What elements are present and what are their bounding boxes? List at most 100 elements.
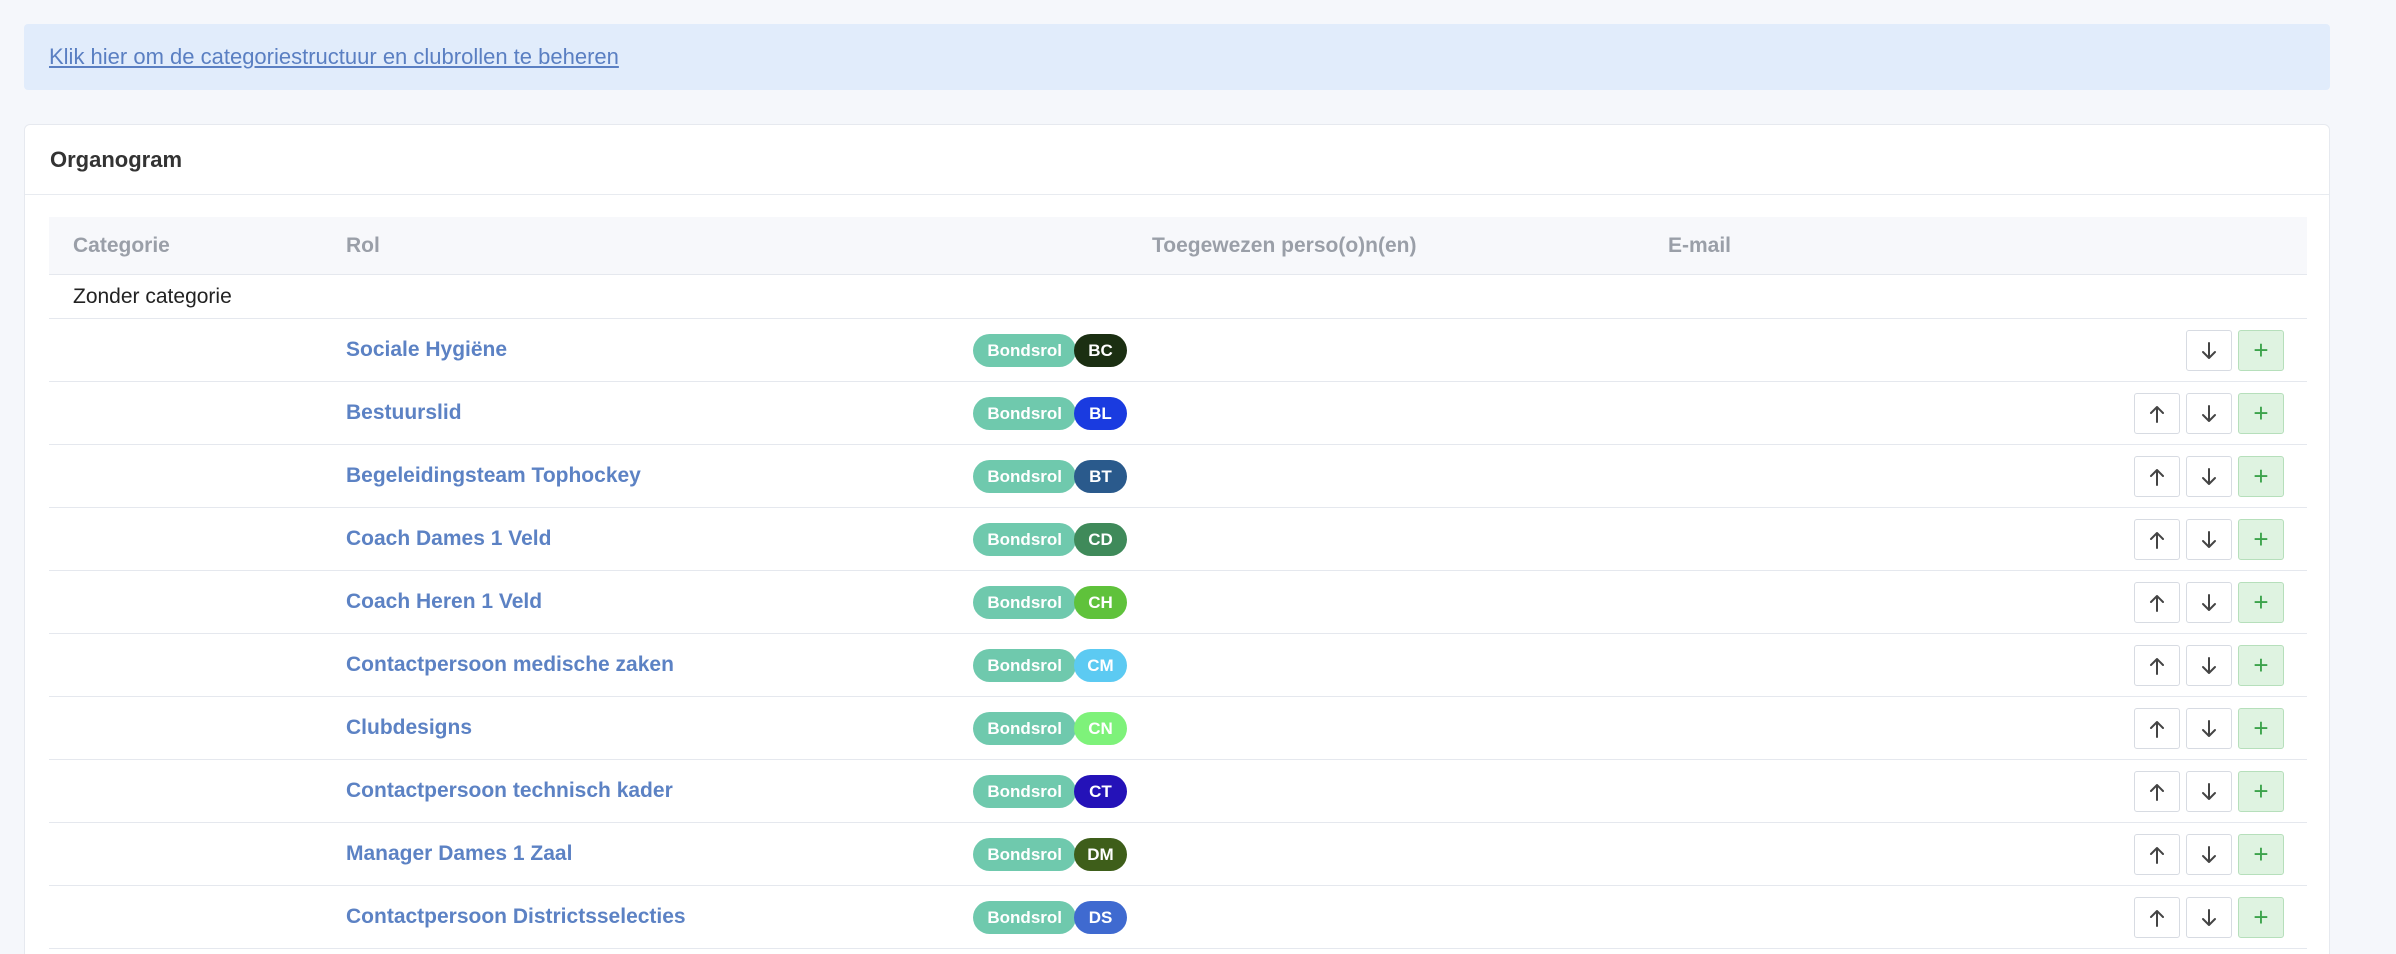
move-up-button[interactable] <box>2134 519 2180 560</box>
table-row: Contactpersoon technisch kader Bondsrol CT… <box>49 760 2307 823</box>
role-abbr-badge: CH <box>1074 586 1127 619</box>
move-down-button[interactable] <box>2186 771 2232 812</box>
manage-structure-link[interactable]: Klik hier om de categoriestructuur en cl… <box>49 44 619 70</box>
arrow-down-icon <box>2200 656 2218 676</box>
plus-icon: + <box>2253 713 2269 743</box>
move-up-button[interactable] <box>2134 393 2180 434</box>
role-type-badge: Bondsrol <box>973 838 1076 871</box>
move-down-button[interactable] <box>2186 897 2232 938</box>
row-actions: + <box>2186 330 2284 371</box>
add-person-button[interactable]: + <box>2238 519 2284 560</box>
move-down-button[interactable] <box>2186 456 2232 497</box>
role-badges: Bondsrol CM <box>973 649 1127 682</box>
arrow-down-icon <box>2200 467 2218 487</box>
move-down-button[interactable] <box>2186 582 2232 623</box>
arrow-down-icon <box>2200 341 2218 361</box>
header-role: Rol <box>346 234 380 257</box>
role-name-link[interactable]: Contactpersoon technisch kader <box>346 760 673 822</box>
move-down-button[interactable] <box>2186 834 2232 875</box>
move-down-button[interactable] <box>2186 519 2232 560</box>
plus-icon: + <box>2253 650 2269 680</box>
role-badges: Bondsrol CH <box>973 586 1127 619</box>
role-type-badge: Bondsrol <box>973 397 1076 430</box>
add-person-button[interactable]: + <box>2238 393 2284 434</box>
card-header: Organogram <box>25 125 2329 195</box>
category-label: Zonder categorie <box>73 285 232 308</box>
organogram-table: Categorie Rol Toegewezen perso(o)n(en) E… <box>49 217 2307 949</box>
move-up-button[interactable] <box>2134 897 2180 938</box>
role-type-badge: Bondsrol <box>973 334 1076 367</box>
add-person-button[interactable]: + <box>2238 582 2284 623</box>
role-name-link[interactable]: Contactpersoon Districtsselecties <box>346 886 686 948</box>
arrow-up-icon <box>2148 908 2166 928</box>
role-abbr-badge: CD <box>1074 523 1127 556</box>
role-name-link[interactable]: Coach Dames 1 Veld <box>346 508 551 570</box>
arrow-up-icon <box>2148 467 2166 487</box>
role-abbr-badge: CT <box>1074 775 1127 808</box>
role-type-badge: Bondsrol <box>973 523 1076 556</box>
role-badges: Bondsrol DS <box>973 901 1127 934</box>
arrow-down-icon <box>2200 908 2218 928</box>
role-badges: Bondsrol CN <box>973 712 1127 745</box>
table-row: Begeleidingsteam Tophockey Bondsrol BT + <box>49 445 2307 508</box>
add-person-button[interactable]: + <box>2238 708 2284 749</box>
header-category: Categorie <box>73 234 170 257</box>
plus-icon: + <box>2253 839 2269 869</box>
add-person-button[interactable]: + <box>2238 834 2284 875</box>
role-type-badge: Bondsrol <box>973 901 1076 934</box>
row-actions: + <box>2134 519 2284 560</box>
role-abbr-badge: BC <box>1074 334 1127 367</box>
header-email: E-mail <box>1668 234 1732 257</box>
notice-bar: Klik hier om de categoriestructuur en cl… <box>24 24 2330 90</box>
table-header: Categorie Rol Toegewezen perso(o)n(en) E… <box>49 217 2307 275</box>
role-name-link[interactable]: Contactpersoon medische zaken <box>346 634 674 696</box>
move-up-button[interactable] <box>2134 645 2180 686</box>
move-down-button[interactable] <box>2186 645 2232 686</box>
arrow-up-icon <box>2148 719 2166 739</box>
add-person-button[interactable]: + <box>2238 771 2284 812</box>
add-person-button[interactable]: + <box>2238 330 2284 371</box>
add-person-button[interactable]: + <box>2238 645 2284 686</box>
row-actions: + <box>2134 456 2284 497</box>
move-down-button[interactable] <box>2186 330 2232 371</box>
role-name-link[interactable]: Bestuurslid <box>346 382 462 444</box>
table-row: Coach Dames 1 Veld Bondsrol CD + <box>49 508 2307 571</box>
role-abbr-badge: BT <box>1074 460 1127 493</box>
role-name-link[interactable]: Manager Dames 1 Zaal <box>346 823 572 885</box>
arrow-down-icon <box>2200 845 2218 865</box>
role-badges: Bondsrol BC <box>973 334 1127 367</box>
arrow-up-icon <box>2148 782 2166 802</box>
table-row: Sociale Hygiëne Bondsrol BC + <box>49 319 2307 382</box>
arrow-down-icon <box>2200 593 2218 613</box>
move-up-button[interactable] <box>2134 582 2180 623</box>
organogram-card: Organogram Categorie Rol Toegewezen pers… <box>24 124 2330 954</box>
move-up-button[interactable] <box>2134 771 2180 812</box>
arrow-down-icon <box>2200 782 2218 802</box>
plus-icon: + <box>2253 587 2269 617</box>
card-title: Organogram <box>50 146 183 172</box>
row-actions: + <box>2134 393 2284 434</box>
move-up-button[interactable] <box>2134 456 2180 497</box>
role-name-link[interactable]: Sociale Hygiëne <box>346 319 507 381</box>
role-name-link[interactable]: Coach Heren 1 Veld <box>346 571 542 633</box>
role-type-badge: Bondsrol <box>973 649 1076 682</box>
plus-icon: + <box>2253 524 2269 554</box>
add-person-button[interactable]: + <box>2238 897 2284 938</box>
role-type-badge: Bondsrol <box>973 775 1076 808</box>
table-row: Contactpersoon medische zaken Bondsrol CM + <box>49 634 2307 697</box>
role-badges: Bondsrol BT <box>973 460 1127 493</box>
add-person-button[interactable]: + <box>2238 456 2284 497</box>
table-row: Manager Dames 1 Zaal Bondsrol DM + <box>49 823 2307 886</box>
move-down-button[interactable] <box>2186 708 2232 749</box>
table-row: Contactpersoon Districtsselecties Bondsro… <box>49 886 2307 949</box>
role-name-link[interactable]: Begeleidingsteam Tophockey <box>346 445 641 507</box>
move-down-button[interactable] <box>2186 393 2232 434</box>
move-up-button[interactable] <box>2134 708 2180 749</box>
role-type-badge: Bondsrol <box>973 586 1076 619</box>
move-up-button[interactable] <box>2134 834 2180 875</box>
role-abbr-badge: DS <box>1074 901 1127 934</box>
plus-icon: + <box>2253 398 2269 428</box>
role-abbr-badge: CN <box>1074 712 1127 745</box>
role-name-link[interactable]: Clubdesigns <box>346 697 472 759</box>
plus-icon: + <box>2253 461 2269 491</box>
